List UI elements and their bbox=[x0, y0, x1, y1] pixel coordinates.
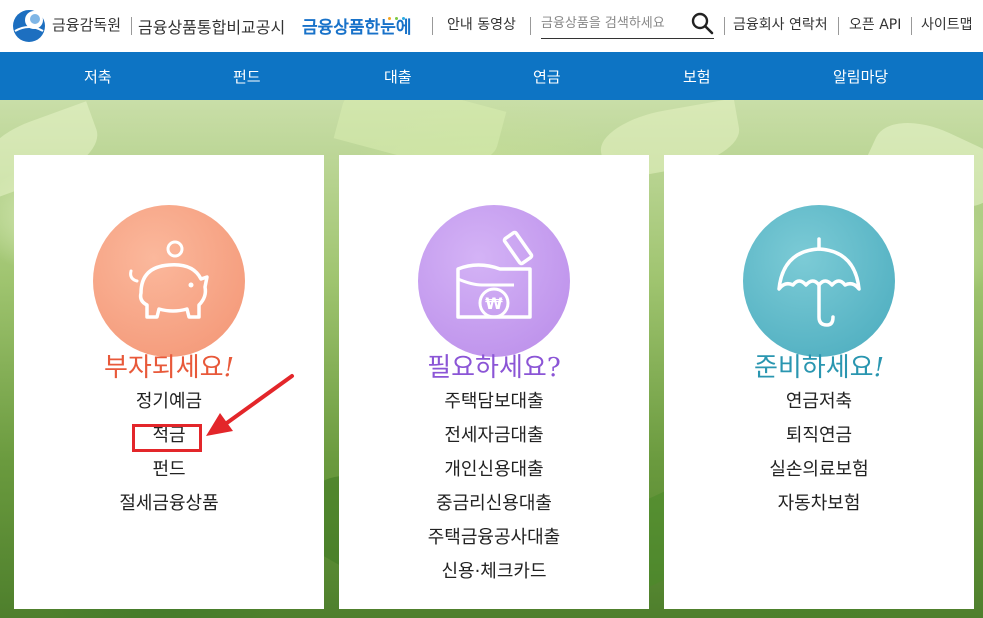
umbrella-icon bbox=[777, 237, 861, 327]
site-header: 금융감독원 금융상품통합비교공시 금융상품한눈에 안내 동영상 금융회사 연락처… bbox=[0, 0, 983, 52]
list-item-tax-saving-products[interactable]: 절세금융상품 bbox=[14, 493, 324, 527]
list-item-hf-loan[interactable]: 주택금융공사대출 bbox=[339, 527, 649, 561]
header-divider bbox=[724, 17, 725, 35]
header-divider bbox=[530, 17, 531, 35]
card-loans: ₩ 필요하세요? 주택담보대출 전세자금대출 개인신용대출 중금리신용대출 주택… bbox=[339, 155, 649, 609]
header-divider bbox=[838, 17, 839, 35]
list-item-retirement-pension[interactable]: 퇴직연금 bbox=[664, 425, 974, 459]
sitemap-link[interactable]: 사이트맵 bbox=[921, 14, 973, 34]
list-item-jeonse-loan[interactable]: 전세자금대출 bbox=[339, 425, 649, 459]
search-box bbox=[541, 8, 714, 39]
search-input[interactable] bbox=[541, 11, 681, 35]
card-preparation-circle bbox=[743, 205, 895, 357]
financial-company-contacts-link[interactable]: 금융회사 연락처 bbox=[733, 14, 828, 34]
title-punctuation: ? bbox=[546, 353, 561, 383]
piggy-bank-icon bbox=[129, 240, 209, 319]
card-savings-circle bbox=[93, 205, 245, 357]
nav-item-pension[interactable]: 연금 bbox=[533, 66, 561, 87]
nav-item-funds[interactable]: 펀드 bbox=[233, 66, 261, 87]
list-item-personal-credit-loan[interactable]: 개인신용대출 bbox=[339, 459, 649, 493]
fss-name[interactable]: 금융감독원 bbox=[52, 14, 121, 35]
header-divider bbox=[911, 17, 912, 35]
nav-item-insurance[interactable]: 보험 bbox=[683, 66, 711, 87]
card-title: 준비하세요! bbox=[664, 347, 974, 384]
header-divider bbox=[432, 17, 433, 35]
card-loans-list: 주택담보대출 전세자금대출 개인신용대출 중금리신용대출 주택금융공사대출 신용… bbox=[339, 391, 649, 595]
card-preparation-title: 준비하세요 bbox=[753, 353, 874, 383]
annotation-arrow-icon bbox=[206, 374, 294, 436]
list-item-auto-insurance[interactable]: 자동차보험 bbox=[664, 493, 974, 527]
search-icon[interactable] bbox=[690, 11, 714, 35]
list-item-mid-rate-credit-loan[interactable]: 중금리신용대출 bbox=[339, 493, 649, 527]
list-item-funds[interactable]: 펀드 bbox=[14, 459, 324, 493]
card-loans-circle: ₩ bbox=[418, 205, 570, 357]
main-nav: 저축 펀드 대출 연금 보험 알림마당 bbox=[0, 52, 983, 100]
nav-item-notice-board[interactable]: 알림마당 bbox=[833, 66, 888, 87]
guide-video-link[interactable]: 안내 동영상 bbox=[447, 14, 516, 34]
card-preparation: 준비하세요! 연금저축 퇴직연금 실손의료보험 자동차보험 bbox=[664, 155, 974, 609]
list-item-pension-savings[interactable]: 연금저축 bbox=[664, 391, 974, 425]
card-preparation-list: 연금저축 퇴직연금 실손의료보험 자동차보험 bbox=[664, 391, 974, 527]
nav-item-loans[interactable]: 대출 bbox=[384, 66, 412, 87]
highlight-box bbox=[132, 424, 202, 452]
svg-text:₩: ₩ bbox=[485, 294, 503, 313]
list-item-credit-check-card[interactable]: 신용·체크카드 bbox=[339, 561, 649, 595]
brand-dots-icon bbox=[388, 5, 409, 24]
list-item-indemnity-medical-insurance[interactable]: 실손의료보험 bbox=[664, 459, 974, 493]
open-api-link[interactable]: 오픈 API bbox=[849, 14, 901, 34]
fss-logo-icon[interactable] bbox=[12, 9, 46, 43]
list-item-mortgage-loan[interactable]: 주택담보대출 bbox=[339, 391, 649, 425]
won-wallet-icon: ₩ bbox=[456, 230, 534, 319]
nav-item-savings[interactable]: 저축 bbox=[84, 66, 112, 87]
header-divider bbox=[131, 17, 132, 35]
card-title: 필요하세요? bbox=[339, 347, 649, 384]
site-name[interactable]: 금융상품통합비교공시 bbox=[138, 14, 285, 38]
card-loans-title: 필요하세요 bbox=[427, 353, 547, 383]
title-punctuation: ! bbox=[873, 353, 885, 383]
